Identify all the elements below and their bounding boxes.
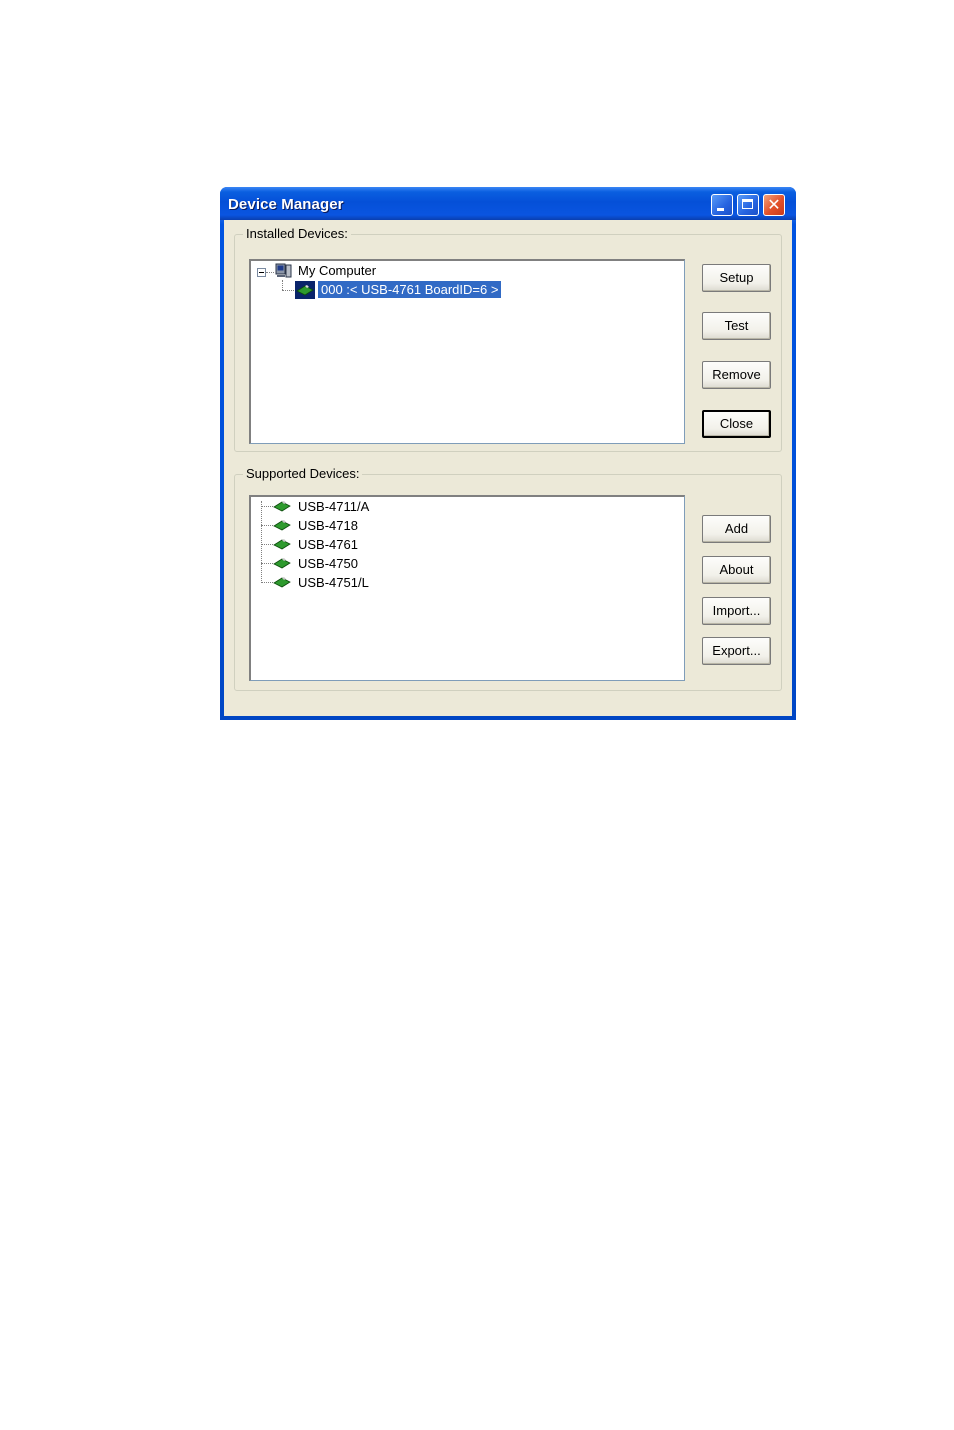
supported-devices-legend: Supported Devices: [243, 466, 363, 481]
tree-connector [282, 290, 296, 291]
tree-node-label-selected: 000 :< USB-4761 BoardID=6 > [318, 281, 502, 298]
computer-icon [275, 263, 292, 278]
tree-connector [282, 280, 283, 290]
title-bar[interactable]: Device Manager ✕ [220, 187, 796, 220]
tree-connector [261, 544, 273, 545]
export-button[interactable]: Export... [702, 637, 771, 665]
remove-button[interactable]: Remove [702, 361, 771, 389]
import-button[interactable]: Import... [702, 597, 771, 625]
device-card-icon [295, 281, 315, 299]
device-card-icon [273, 539, 291, 550]
tree-connector [261, 563, 273, 564]
supported-device-label: USB-4750 [298, 556, 358, 571]
installed-devices-legend: Installed Devices: [243, 226, 351, 241]
about-button[interactable]: About [702, 556, 771, 584]
device-card-icon [273, 520, 291, 531]
supported-device-label: USB-4718 [298, 518, 358, 533]
tree-connector [261, 506, 273, 507]
close-icon: ✕ [767, 195, 781, 214]
tree-connector [261, 582, 273, 583]
window-title: Device Manager [228, 196, 344, 213]
tree-node-label: My Computer [298, 263, 377, 278]
setup-button[interactable]: Setup [702, 264, 771, 292]
minimize-button[interactable] [711, 194, 733, 216]
collapse-toggle[interactable] [257, 268, 266, 277]
installed-devices-tree[interactable]: My Computer 000 :< USB-4761 BoardID=6 > [249, 259, 685, 444]
device-card-icon [273, 577, 291, 588]
add-button[interactable]: Add [702, 515, 771, 543]
minimize-icon [717, 208, 724, 211]
supported-device-label: USB-4751/L [298, 575, 369, 590]
installed-devices-group: Installed Devices: My Computer 000:< US… [234, 226, 782, 452]
tree-connector [261, 501, 262, 583]
supported-devices-tree[interactable]: USB-4711/A USB-4718 USB-4761 USB-4750 US… [249, 495, 685, 681]
close-button[interactable]: Close [702, 410, 771, 438]
device-manager-window: Device Manager ✕ Installed Devices: My C… [220, 187, 796, 720]
supported-device-label: USB-4761 [298, 537, 358, 552]
close-window-button[interactable]: ✕ [763, 194, 785, 216]
tree-connector [266, 272, 274, 273]
tree-connector [261, 525, 273, 526]
supported-device-label: USB-4711/A [298, 499, 370, 514]
maximize-button[interactable] [737, 194, 759, 216]
test-button[interactable]: Test [702, 312, 771, 340]
maximize-icon [742, 199, 753, 209]
device-card-icon [273, 558, 291, 569]
device-card-icon [273, 501, 291, 512]
dialog-client-area: Installed Devices: My Computer 000:< US… [224, 220, 792, 716]
supported-devices-group: Supported Devices: USB-4711/A USB-4718 U… [234, 466, 782, 691]
